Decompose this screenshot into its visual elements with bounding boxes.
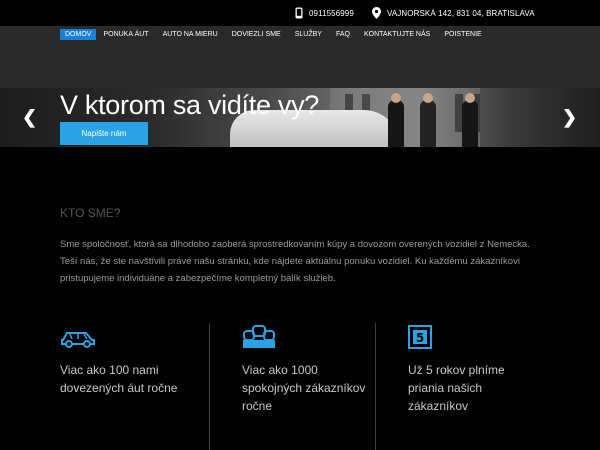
- phone-contact[interactable]: 0911556999: [295, 7, 354, 19]
- feature-years: 5 Už 5 rokov plníme priania našich zákaz…: [408, 325, 538, 415]
- nav-item-sluzby[interactable]: SLUŽBY: [288, 29, 329, 40]
- svg-text:5: 5: [416, 331, 424, 345]
- feature-text: Viac ako 1000 spokojných zákazníkov ročn…: [242, 363, 366, 413]
- calendar-five-icon: 5: [408, 325, 538, 351]
- nav-item-poistenie[interactable]: POISTENIE: [437, 29, 488, 40]
- address-text: VAJNORSKÁ 142, 831 04, BRATISLAVA: [387, 8, 535, 18]
- about-text: Sme spoločnosť, ktorá sa dlhodobo zaober…: [60, 239, 530, 284]
- feature-text: Viac ako 100 nami dovezených áut ročne: [60, 363, 178, 395]
- car-icon: [60, 325, 190, 351]
- hero-person-head: [391, 93, 401, 103]
- contact-us-button[interactable]: Napište nám: [60, 122, 148, 145]
- feature-divider: [375, 323, 376, 450]
- phone-icon: [295, 7, 303, 19]
- feature-text: Už 5 rokov plníme priania našich zákazní…: [408, 363, 505, 413]
- location-pin-icon: [372, 7, 381, 19]
- hero-person: [462, 100, 478, 147]
- nav-item-kontakt[interactable]: KONTAKTUJTE NÁS: [357, 29, 437, 40]
- hero-person: [388, 100, 404, 147]
- hero-person-head: [423, 93, 433, 103]
- about-heading: KTO SME?: [60, 206, 121, 220]
- nav-item-doviezli-sme[interactable]: DOVIEZLI SME: [225, 29, 288, 40]
- phone-number: 0911556999: [309, 8, 354, 18]
- nav-item-faq[interactable]: FAQ: [329, 29, 357, 40]
- main-nav: DOMOV PONUKA ÁUT AUTO NA MIERU DOVIEZLI …: [60, 29, 489, 40]
- hero-person: [420, 100, 436, 147]
- nav-item-ponuka-aut[interactable]: PONUKA ÁUT: [96, 29, 155, 40]
- hero-title: V ktorom sa vidíte vy?: [60, 90, 319, 120]
- customers-icon: [242, 325, 372, 351]
- hero-person-head: [465, 93, 475, 103]
- nav-item-domov[interactable]: DOMOV: [60, 29, 97, 40]
- address-contact[interactable]: VAJNORSKÁ 142, 831 04, BRATISLAVA: [372, 7, 535, 19]
- feature-customers: Viac ako 1000 spokojných zákazníkov ročn…: [242, 325, 372, 415]
- feature-imported-cars: Viac ako 100 nami dovezených áut ročne: [60, 325, 190, 397]
- feature-divider: [209, 323, 210, 450]
- slider-prev-arrow-icon[interactable]: ❮: [22, 107, 37, 128]
- nav-item-auto-na-mieru[interactable]: AUTO NA MIERU: [156, 29, 225, 40]
- slider-next-arrow-icon[interactable]: ❯: [562, 107, 577, 128]
